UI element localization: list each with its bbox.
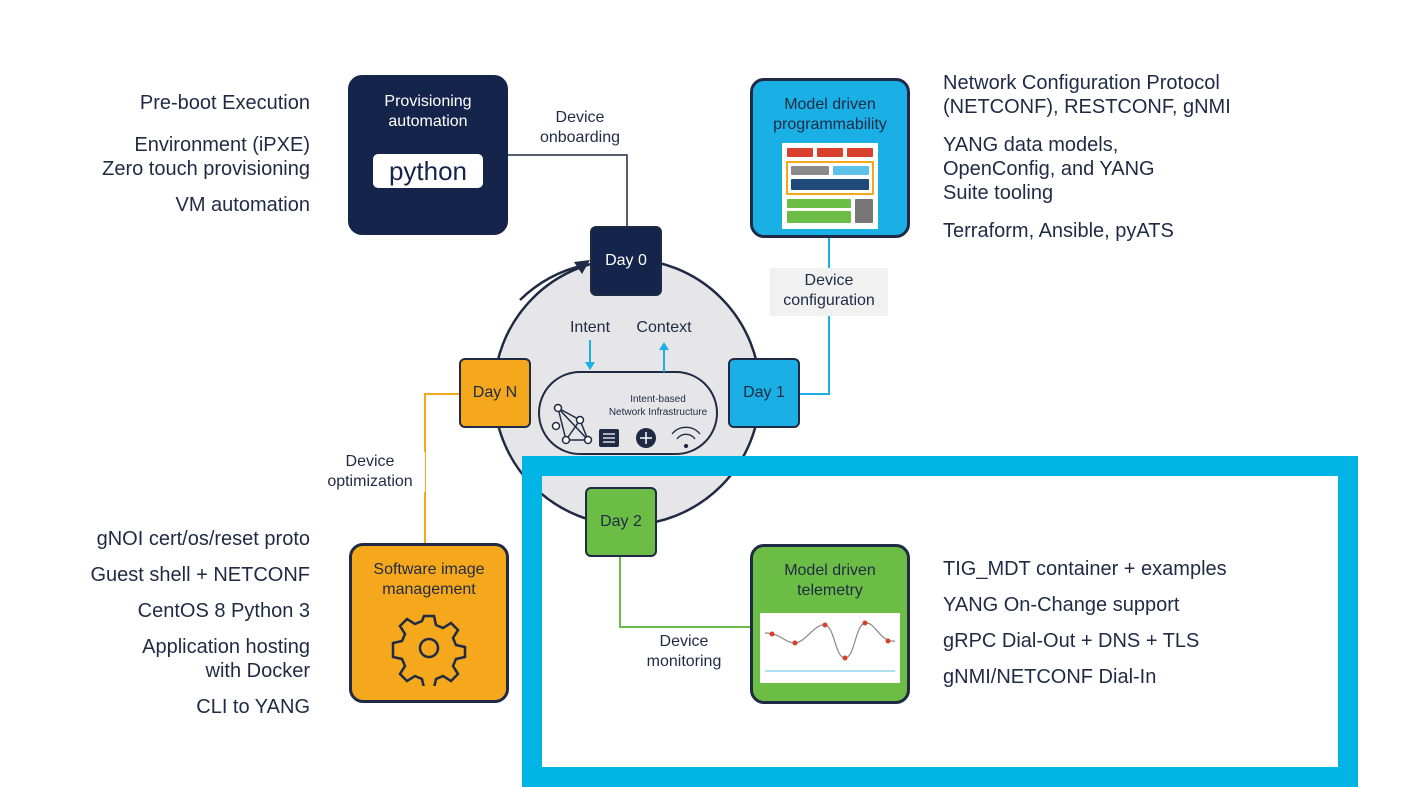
day-1-node: Day 1 [728,358,800,428]
intent-label: Intent [569,319,611,336]
provisioning-automation-card: Provisioning automation python [348,75,508,235]
list-item: Network Configuration Protocol (NETCONF)… [943,72,1231,118]
day-2-node: Day 2 [585,487,657,557]
optimization-label: Device optimization [315,452,425,492]
day-n-node: Day N [459,358,531,428]
software-image-management-card: Software image management [349,543,509,703]
lifecycle-diagram: Pre-boot Execution Environment (iPXE) Ze… [0,0,1413,787]
monitoring-label: Device monitoring [646,633,722,670]
infrastructure-label: Intent-based Network Infrastructure [608,394,708,418]
left-bottom-list: gNOI cert/os/reset proto Guest shell + N… [90,527,310,719]
context-label: Context [636,319,692,336]
card-title: Provisioning automation [384,93,472,130]
list-item: CLI to YANG [196,696,310,718]
right-bottom-list: TIG_MDT container + examples YANG On-Cha… [943,557,1227,689]
list-item: gNOI cert/os/reset proto [96,528,310,550]
left-top-list: Pre-boot Execution Environment (iPXE) Ze… [102,91,310,217]
python-logo: python [373,154,483,188]
yang-stack-illustration [782,143,878,229]
list-item: CentOS 8 Python 3 [137,600,310,622]
card-title: Model driven programmability [773,96,887,133]
list-item: Environment (iPXE) Zero touch provisioni… [102,134,310,180]
list-item: Pre-boot Execution [139,92,310,114]
list-item: gNMI/NETCONF Dial-In [943,666,1157,688]
day-0-node: Day 0 [590,226,662,296]
list-item: Application hosting with Docker [142,636,310,682]
list-item: Guest shell + NETCONF [90,564,310,586]
monitoring-line [619,557,750,628]
right-top-list: Network Configuration Protocol (NETCONF)… [943,71,1231,243]
optimization-line [424,393,459,543]
model-driven-telemetry-card: Model driven telemetry [750,544,910,704]
telemetry-chart-illustration [760,613,900,683]
onboarding-line [508,154,628,226]
list-item: YANG On-Change support [943,594,1180,616]
card-title: Software image management [373,561,485,598]
list-item: VM automation [175,194,310,216]
model-driven-programmability-card: Model driven programmability [750,78,910,238]
list-item: gRPC Dial-Out + DNS + TLS [943,630,1200,652]
list-item: Terraform, Ansible, pyATS [943,220,1174,242]
onboarding-label: Device onboarding [530,108,630,148]
card-title: Model driven telemetry [784,562,876,599]
list-item: TIG_MDT container + examples [943,558,1227,580]
configuration-label: Device configuration [770,268,888,316]
list-item: YANG data models, OpenConfig, and YANG S… [943,134,1155,204]
gear-icon [391,614,467,690]
